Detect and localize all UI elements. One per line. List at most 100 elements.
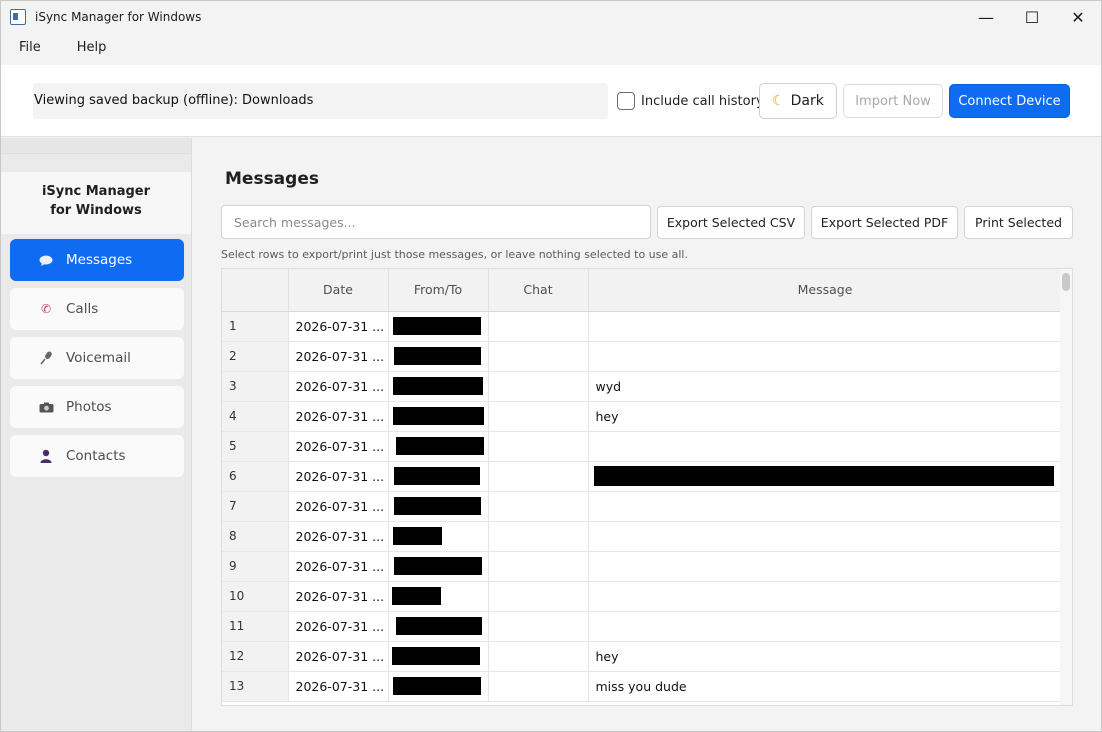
window-controls: — ☐ ✕ (963, 1, 1101, 33)
sidebar-item-photos[interactable]: Photos (10, 386, 184, 428)
speech-bubble-icon (38, 255, 54, 266)
row-index: 11 (222, 611, 289, 642)
redaction-block (393, 557, 482, 575)
table-row[interactable]: 5 2026-07-31 ... (222, 431, 1063, 462)
table-row[interactable]: 1 2026-07-31 ... (222, 311, 1063, 342)
table-row[interactable]: 9 2026-07-31 ... (222, 551, 1063, 582)
message-cell (588, 461, 1063, 492)
date-cell: 2026-07-31 ... (288, 581, 389, 612)
message-cell (588, 491, 1063, 522)
camera-icon (38, 402, 54, 413)
include-call-history-toggle[interactable]: Include call history (617, 92, 764, 110)
include-call-history-checkbox[interactable] (617, 92, 635, 110)
table-row[interactable]: 8 2026-07-31 ... (222, 521, 1063, 552)
message-cell (588, 431, 1063, 462)
redaction-block (391, 587, 441, 605)
table-row[interactable]: 13 2026-07-31 ... miss you dude (222, 671, 1063, 702)
print-selected-button[interactable]: Print Selected (964, 206, 1073, 239)
table-row[interactable]: 7 2026-07-31 ... (222, 491, 1063, 522)
table-row[interactable]: 10 2026-07-31 ... (222, 581, 1063, 612)
date-cell: 2026-07-31 ... (288, 341, 389, 372)
date-cell: 2026-07-31 ... (288, 491, 389, 522)
connect-device-button[interactable]: Connect Device (949, 84, 1070, 118)
column-header-message[interactable]: Message (588, 269, 1063, 312)
chat-cell (488, 551, 589, 582)
message-cell (588, 611, 1063, 642)
person-icon (38, 449, 54, 463)
export-csv-button[interactable]: Export Selected CSV (657, 206, 805, 239)
export-pdf-button[interactable]: Export Selected PDF (811, 206, 958, 239)
from-to-cell (388, 581, 489, 612)
chat-cell (488, 461, 589, 492)
sidebar-item-calls[interactable]: ✆ Calls (10, 288, 184, 330)
message-cell (588, 551, 1063, 582)
window-title: iSync Manager for Windows (35, 10, 202, 24)
row-index: 8 (222, 521, 289, 552)
menu-help[interactable]: Help (59, 33, 125, 63)
dark-mode-label: Dark (790, 93, 824, 109)
toolbar: Viewing saved backup (offline): Download… (1, 65, 1101, 137)
from-to-cell (388, 551, 489, 582)
phone-icon: ✆ (40, 302, 52, 316)
sidebar-item-voicemail[interactable]: Voicemail (10, 337, 184, 379)
date-cell: 2026-07-31 ... (288, 521, 389, 552)
sidebar-item-messages[interactable]: Messages (10, 239, 184, 281)
menu-file[interactable]: File (1, 33, 59, 63)
messages-table: Date From/To Chat Message 1 2026-07-31 .… (221, 268, 1073, 706)
message-cell (588, 311, 1063, 342)
main-panel: Messages Export Selected CSV Export Sele… (193, 138, 1101, 731)
scrollbar-thumb[interactable] (1062, 273, 1070, 291)
redaction-block (395, 437, 484, 455)
table-row[interactable]: 12 2026-07-31 ... hey (222, 641, 1063, 672)
from-to-cell (388, 431, 489, 462)
app-icon (10, 9, 26, 25)
chat-cell (488, 671, 589, 702)
date-cell: 2026-07-31 ... (288, 551, 389, 582)
dark-mode-button[interactable]: ☾ Dark (759, 83, 837, 119)
column-header-chat[interactable]: Chat (488, 269, 589, 312)
table-scrollbar[interactable] (1060, 269, 1072, 705)
chat-cell (488, 341, 589, 372)
date-cell: 2026-07-31 ... (288, 311, 389, 342)
chat-cell (488, 431, 589, 462)
sidebar-item-contacts[interactable]: Contacts (10, 435, 184, 477)
column-header-from-to[interactable]: From/To (388, 269, 489, 312)
microphone-icon (38, 351, 54, 365)
chat-cell (488, 641, 589, 672)
close-button[interactable]: ✕ (1055, 1, 1101, 33)
row-index: 9 (222, 551, 289, 582)
from-to-cell (388, 401, 489, 432)
redaction-block (391, 647, 480, 665)
redaction-block (392, 317, 481, 335)
page-title: Messages (225, 169, 319, 189)
column-header-date[interactable]: Date (288, 269, 389, 312)
row-index: 1 (222, 311, 289, 342)
from-to-cell (388, 461, 489, 492)
title-bar: iSync Manager for Windows — ☐ ✕ (1, 1, 1101, 33)
column-header-index[interactable] (222, 269, 289, 312)
message-cell (588, 521, 1063, 552)
redaction-block (393, 497, 481, 515)
from-to-cell (388, 611, 489, 642)
redaction-block (392, 677, 481, 695)
search-input[interactable] (221, 205, 651, 239)
from-to-cell (388, 371, 489, 402)
table-row[interactable]: 2 2026-07-31 ... (222, 341, 1063, 372)
table-row[interactable]: 6 2026-07-31 ... (222, 461, 1063, 492)
maximize-button[interactable]: ☐ (1009, 1, 1055, 33)
table-row[interactable]: 4 2026-07-31 ... hey (222, 401, 1063, 432)
table-row[interactable]: 11 2026-07-31 ... (222, 611, 1063, 642)
moon-icon: ☾ (772, 93, 785, 109)
chat-cell (488, 491, 589, 522)
chat-cell (488, 581, 589, 612)
row-index: 3 (222, 371, 289, 402)
date-cell: 2026-07-31 ... (288, 431, 389, 462)
row-index: 4 (222, 401, 289, 432)
import-now-button[interactable]: Import Now (843, 84, 943, 118)
sidebar-item-label: Calls (66, 301, 99, 317)
table-row[interactable]: 3 2026-07-31 ... wyd (222, 371, 1063, 402)
redaction-block (393, 347, 481, 365)
row-index: 5 (222, 431, 289, 462)
minimize-button[interactable]: — (963, 1, 1009, 33)
menu-bar: File Help (1, 33, 1101, 63)
